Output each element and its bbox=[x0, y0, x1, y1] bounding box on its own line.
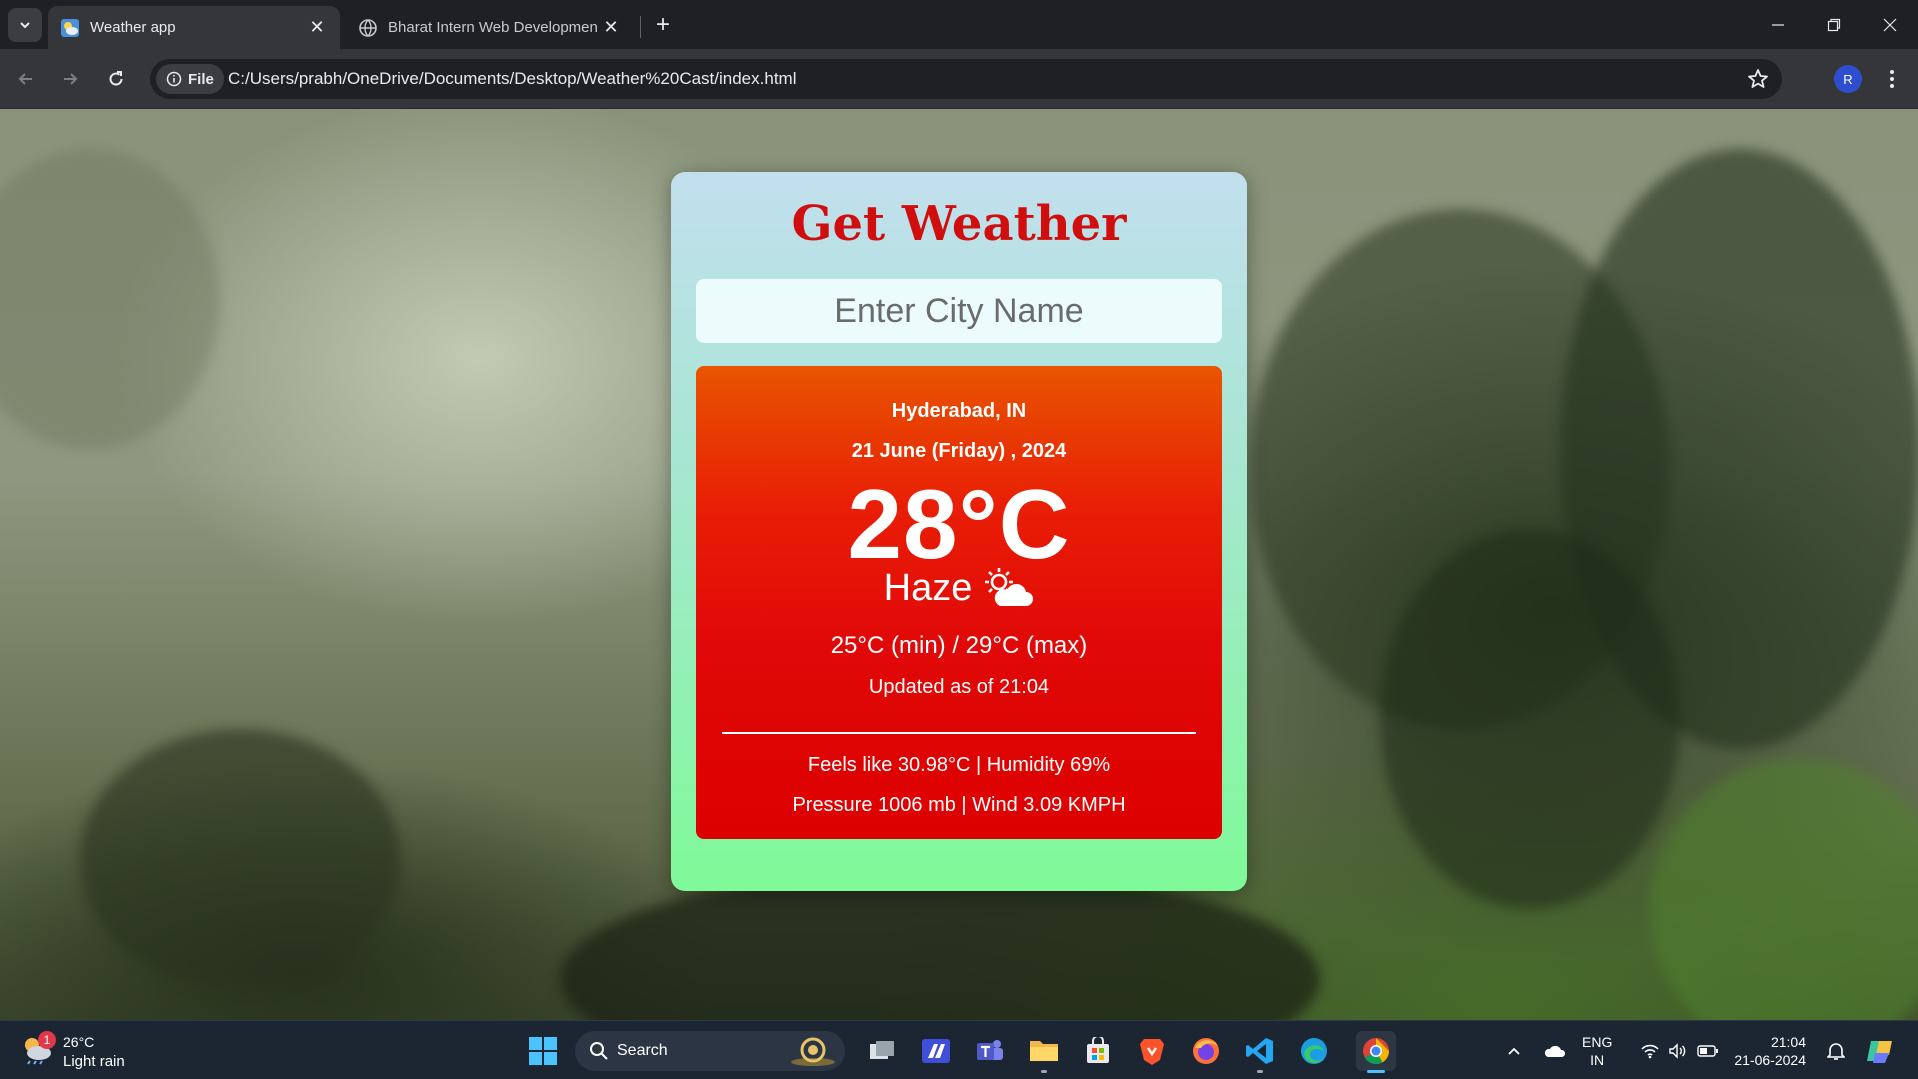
task-view-icon[interactable] bbox=[862, 1031, 902, 1071]
weather-condition: Haze bbox=[696, 566, 1222, 610]
clock-time: 21:04 bbox=[1770, 1034, 1806, 1050]
background-tree bbox=[560, 869, 1320, 1020]
taskbar-search-box[interactable]: Search bbox=[575, 1031, 845, 1071]
reload-button[interactable] bbox=[98, 61, 134, 97]
language-code: ENG bbox=[1582, 1034, 1613, 1050]
wifi-icon[interactable] bbox=[1636, 1021, 1664, 1079]
bookmark-star-icon[interactable] bbox=[1746, 67, 1770, 91]
min-max-text: 25°C (min) / 29°C (max) bbox=[830, 632, 1088, 659]
updated-time-text: Updated as of 21:04 bbox=[868, 676, 1050, 698]
background-tree bbox=[1650, 759, 1918, 1020]
close-tab-icon[interactable]: ✕ bbox=[304, 15, 330, 41]
windows-start-icon[interactable] bbox=[523, 1031, 563, 1071]
windows-taskbar: 1 26°C Light rain Search ENG IN 21:04 21… bbox=[0, 1020, 1918, 1079]
minimize-icon bbox=[1772, 23, 1784, 26]
tab-title: Bharat Intern Web Developmen bbox=[388, 19, 598, 36]
tab-separator bbox=[640, 16, 641, 38]
teams-icon[interactable] bbox=[970, 1031, 1010, 1071]
chevron-down-icon bbox=[20, 22, 30, 29]
file-explorer-icon[interactable] bbox=[1024, 1031, 1064, 1073]
browser-menu-button[interactable] bbox=[1878, 65, 1906, 93]
close-window-button[interactable] bbox=[1862, 0, 1918, 49]
search-icon bbox=[590, 1042, 608, 1060]
info-icon bbox=[166, 71, 182, 87]
reload-icon bbox=[109, 71, 123, 86]
running-indicator bbox=[1041, 1070, 1047, 1073]
weather-favicon-icon bbox=[61, 18, 79, 37]
weather-result-panel: Hyderabad, IN 21 June (Friday) , 2024 28… bbox=[696, 366, 1222, 839]
search-highlight-icon bbox=[791, 1037, 835, 1066]
firefox-icon[interactable] bbox=[1186, 1031, 1226, 1071]
vscode-icon[interactable] bbox=[1240, 1031, 1280, 1073]
close-icon bbox=[1883, 18, 1897, 31]
search-label: Search bbox=[617, 1042, 668, 1059]
tab-weather-app[interactable]: Weather app ✕ bbox=[48, 6, 340, 49]
active-indicator bbox=[1367, 1070, 1385, 1073]
feels-like-humidity-text: Feels like 30.98°C | Humidity 69% bbox=[807, 754, 1111, 776]
notifications-icon[interactable] bbox=[1822, 1021, 1850, 1079]
arrow-right-icon bbox=[64, 73, 78, 85]
background-tree bbox=[80, 729, 400, 989]
microsoft-store-icon[interactable] bbox=[1078, 1031, 1118, 1071]
weather-card: Get Weather Hyderabad, IN 21 June (Frida… bbox=[671, 172, 1247, 891]
onedrive-icon[interactable] bbox=[1538, 1021, 1570, 1079]
volume-icon[interactable] bbox=[1664, 1021, 1692, 1079]
edge-icon[interactable] bbox=[1294, 1031, 1334, 1071]
restore-icon bbox=[1827, 18, 1841, 31]
arrow-left-icon bbox=[18, 73, 32, 85]
pressure-wind-text: Pressure 1006 mb | Wind 3.09 KMPH bbox=[792, 794, 1126, 816]
site-info-chip[interactable]: File bbox=[156, 64, 224, 94]
forward-button[interactable] bbox=[52, 61, 88, 97]
notification-badge: 1 bbox=[38, 1031, 56, 1049]
url-text[interactable]: C:/Users/prabh/OneDrive/Documents/Deskto… bbox=[228, 69, 796, 89]
minimize-button[interactable] bbox=[1750, 0, 1806, 49]
brave-icon[interactable] bbox=[1132, 1031, 1172, 1071]
clock-date: 21-06-2024 bbox=[1734, 1052, 1806, 1068]
background-tree bbox=[1380, 529, 1680, 909]
system-clock[interactable]: 21:04 21-06-2024 bbox=[1726, 1033, 1806, 1069]
region-code: IN bbox=[1590, 1052, 1605, 1068]
tab-bharat-intern[interactable]: Bharat Intern Web Developmen ✕ bbox=[344, 6, 634, 49]
show-hidden-icons-button[interactable] bbox=[1500, 1021, 1528, 1079]
widget-temperature: 26°C bbox=[63, 1034, 95, 1050]
temperature-value: 28°C bbox=[847, 469, 1071, 579]
date-text: 21 June (Friday) , 2024 bbox=[851, 440, 1067, 462]
app-icon[interactable] bbox=[916, 1031, 956, 1071]
divider bbox=[722, 732, 1196, 734]
site-info-label: File bbox=[188, 70, 214, 88]
widget-description: Light rain bbox=[63, 1053, 125, 1070]
chrome-icon[interactable] bbox=[1356, 1031, 1396, 1073]
close-tab-icon[interactable]: ✕ bbox=[598, 15, 624, 41]
browser-toolbar: File C:/Users/prabh/OneDrive/Documents/D… bbox=[0, 49, 1918, 109]
tab-search-button[interactable] bbox=[8, 8, 42, 42]
city-name-input[interactable] bbox=[696, 279, 1222, 343]
chevron-up-icon bbox=[1508, 1047, 1520, 1055]
more-vertical-icon bbox=[1890, 70, 1894, 88]
globe-icon bbox=[359, 18, 377, 37]
tab-strip: Weather app ✕ Bharat Intern Web Developm… bbox=[0, 0, 1918, 49]
input-language-indicator[interactable]: ENG IN bbox=[1582, 1033, 1612, 1069]
sun-behind-cloud-icon bbox=[985, 568, 1034, 606]
back-button[interactable] bbox=[8, 61, 44, 97]
location-text: Hyderabad, IN bbox=[891, 400, 1027, 422]
weather-widget[interactable]: 1 26°C Light rain bbox=[20, 1029, 140, 1073]
condition-text: Haze bbox=[883, 566, 973, 609]
copilot-icon[interactable] bbox=[1862, 1021, 1898, 1079]
address-bar[interactable]: File C:/Users/prabh/OneDrive/Documents/D… bbox=[150, 59, 1782, 99]
new-tab-button[interactable]: + bbox=[648, 10, 678, 40]
background-tree bbox=[0, 149, 220, 449]
running-indicator bbox=[1257, 1070, 1263, 1073]
profile-avatar[interactable]: R bbox=[1834, 65, 1862, 93]
restore-button[interactable] bbox=[1806, 0, 1862, 49]
battery-icon[interactable] bbox=[1694, 1021, 1722, 1079]
tab-title: Weather app bbox=[90, 19, 176, 36]
page-title: Get Weather bbox=[791, 196, 1127, 252]
page-viewport: Get Weather Hyderabad, IN 21 June (Frida… bbox=[0, 109, 1918, 1020]
